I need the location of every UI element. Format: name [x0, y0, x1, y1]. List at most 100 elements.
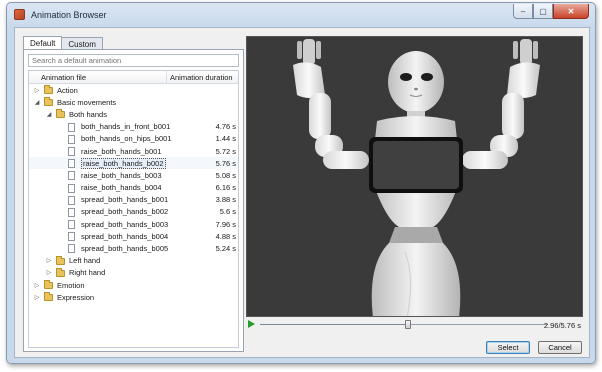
tree-row-duration: 1.44 s	[215, 134, 236, 144]
file-icon	[68, 134, 75, 144]
tree-rows: ▷ Action ◢ Basic movements ◢ Both hands both_h…	[29, 84, 238, 303]
file-icon	[68, 159, 75, 169]
tree-row-name-cell: ◢ Basic movements	[29, 96, 166, 108]
tree-row-duration: 4.88 s	[215, 231, 236, 241]
tree-row-duration: 5.72 s	[215, 146, 236, 156]
tree-row-label: Emotion	[57, 280, 85, 290]
tree-folder-row[interactable]: ◢ Basic movements	[29, 96, 238, 108]
file-icon	[68, 207, 75, 217]
file-icon	[68, 244, 75, 254]
folder-icon	[56, 109, 65, 119]
tree-row-name-cell: raise_both_hands_b004	[29, 182, 166, 194]
folder-icon	[44, 292, 53, 302]
column-header-name[interactable]: Animation file	[29, 71, 166, 83]
timeline-thumb[interactable]	[405, 320, 412, 329]
tree-file-row[interactable]: both_hands_in_front_b001 4.76 s	[29, 121, 238, 133]
tree-row-label: raise_both_hands_b002	[81, 157, 166, 169]
tree-file-row[interactable]: spread_both_hands_b005 5.24 s	[29, 242, 238, 254]
animation-browser-window: Animation Browser – ▢ ✕ Default Custom A…	[6, 2, 596, 364]
expand-arrow-icon[interactable]: ▷	[33, 293, 41, 301]
tree-row-name-cell: raise_both_hands_b003	[29, 169, 166, 181]
tree-row-name-cell: ◢ Both hands	[29, 108, 166, 120]
tree-row-name-cell: spread_both_hands_b002	[29, 206, 169, 218]
timeline-slider[interactable]	[260, 324, 548, 325]
maximize-button[interactable]: ▢	[533, 4, 553, 19]
tab-strip: Default Custom	[23, 36, 103, 51]
tree-folder-row[interactable]: ▷ Expression	[29, 291, 238, 303]
tree-row-name-cell: both_hands_in_front_b001	[29, 121, 170, 133]
folder-icon	[56, 267, 65, 277]
column-header-duration[interactable]: Animation duration	[166, 71, 238, 83]
tree-file-row[interactable]: spread_both_hands_b003 7.96 s	[29, 218, 238, 230]
tree-row-name-cell: ▷ Left hand	[29, 255, 166, 267]
robot-preview-viewport[interactable]	[246, 36, 583, 317]
tree-file-row[interactable]: both_hands_on_hips_b001 1.44 s	[29, 133, 238, 145]
tree-row-label: Basic movements	[57, 97, 117, 107]
tree-row-name-cell: spread_both_hands_b001	[29, 194, 168, 206]
tree-row-label: spread_both_hands_b002	[81, 207, 169, 217]
tree-row-duration: 4.76 s	[215, 122, 236, 132]
tree-file-row[interactable]: raise_both_hands_b003 5.08 s	[29, 169, 238, 181]
tree-file-row[interactable]: raise_both_hands_b002 5.76 s	[29, 157, 238, 170]
tree-row-duration: 5.76 s	[215, 158, 236, 168]
play-icon[interactable]	[248, 320, 255, 328]
folder-icon	[44, 97, 53, 107]
tree-row-name-cell: ▷ Emotion	[29, 279, 166, 291]
tree-folder-row[interactable]: ◢ Both hands	[29, 108, 238, 120]
tree-folder-row[interactable]: ▷ Left hand	[29, 255, 238, 267]
robot-head	[388, 51, 444, 119]
expand-arrow-icon[interactable]: ▷	[45, 269, 53, 277]
left-arm	[293, 39, 369, 169]
cancel-button[interactable]: Cancel	[538, 341, 582, 354]
close-button[interactable]: ✕	[553, 4, 589, 19]
minimize-button[interactable]: –	[513, 4, 533, 19]
expand-arrow-icon[interactable]: ▷	[33, 86, 41, 94]
tree-row-name-cell: raise_both_hands_b002	[29, 157, 166, 169]
tree-file-row[interactable]: raise_both_hands_b001 5.72 s	[29, 145, 238, 157]
select-button[interactable]: Select	[486, 341, 530, 354]
tree-row-label: both_hands_in_front_b001	[81, 122, 171, 132]
tree-file-row[interactable]: raise_both_hands_b004 6.16 s	[29, 182, 238, 194]
playback-bar: 2.96/5.76 s	[246, 319, 583, 331]
file-icon	[68, 232, 75, 242]
collapse-arrow-icon[interactable]: ◢	[45, 110, 53, 118]
tree-row-name-cell: spread_both_hands_b005	[29, 242, 169, 254]
tree-row-label: Both hands	[69, 109, 107, 119]
animation-tree[interactable]: Animation file Animation duration ▷ Actio…	[28, 70, 239, 348]
tree-row-duration: 5.6 s	[219, 207, 236, 217]
file-icon	[68, 146, 75, 156]
expand-arrow-icon[interactable]: ▷	[45, 257, 53, 265]
tree-row-name-cell: both_hands_on_hips_b001	[29, 133, 172, 145]
tree-row-label: spread_both_hands_b005	[81, 244, 169, 254]
tree-folder-row[interactable]: ▷ Emotion	[29, 279, 238, 291]
tree-row-duration: 6.16 s	[215, 183, 236, 193]
robot-base	[371, 243, 461, 316]
folder-icon	[44, 280, 53, 289]
tree-row-duration: 7.96 s	[215, 219, 236, 229]
tree-folder-row[interactable]: ▷ Right hand	[29, 267, 238, 279]
collapse-arrow-icon[interactable]: ◢	[33, 98, 41, 106]
tree-row-name-cell: ▷ Right hand	[29, 267, 166, 279]
folder-icon	[56, 255, 65, 265]
tree-row-label: Left hand	[69, 256, 101, 266]
tree-file-row[interactable]: spread_both_hands_b004 4.88 s	[29, 230, 238, 242]
tree-row-label: spread_both_hands_b004	[81, 231, 169, 241]
tree-folder-row[interactable]: ▷ Action	[29, 84, 238, 96]
tree-row-label: raise_both_hands_b001	[81, 146, 162, 156]
search-input[interactable]	[28, 54, 239, 67]
tree-row-label: Expression	[57, 292, 95, 302]
tree-row-label: spread_both_hands_b003	[81, 219, 169, 229]
tree-row-duration: 5.08 s	[215, 170, 236, 180]
tree-row-label: raise_both_hands_b004	[81, 183, 162, 193]
file-icon	[68, 195, 75, 205]
dialog-body: Default Custom Animation file Animation …	[14, 27, 590, 358]
file-icon	[68, 220, 75, 230]
tree-row-name-cell: spread_both_hands_b003	[29, 218, 169, 230]
tree-file-row[interactable]: spread_both_hands_b002 5.6 s	[29, 206, 238, 218]
tree-row-duration: 3.88 s	[215, 195, 236, 205]
tree-file-row[interactable]: spread_both_hands_b001 3.88 s	[29, 194, 238, 206]
tree-header: Animation file Animation duration	[29, 71, 238, 84]
expand-arrow-icon[interactable]: ▷	[33, 281, 41, 289]
window-controls: – ▢ ✕	[513, 4, 589, 19]
title-bar[interactable]: Animation Browser – ▢ ✕	[7, 3, 595, 27]
